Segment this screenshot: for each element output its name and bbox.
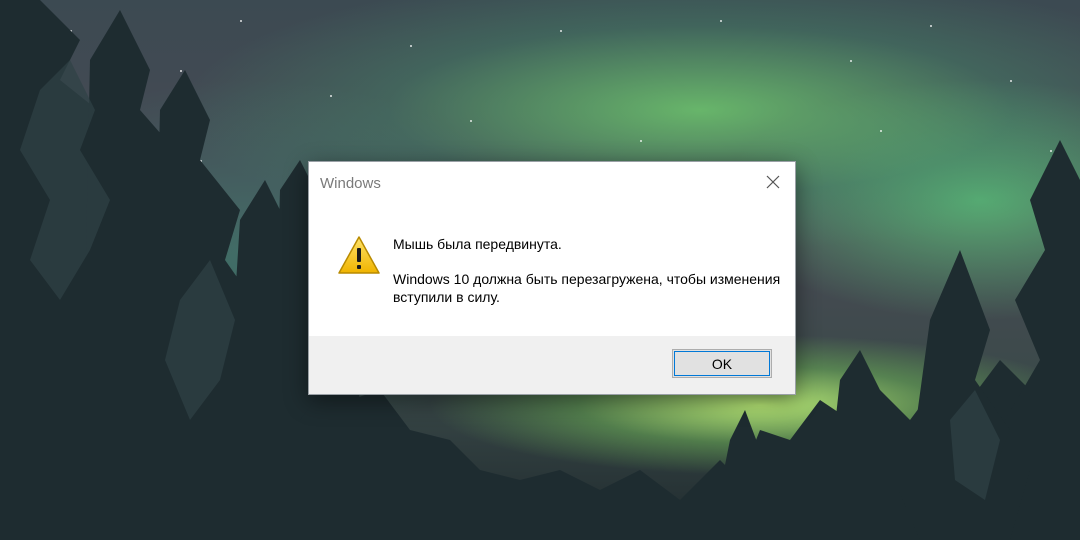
message-dialog: Windows Мышь была передвинута. Windows 1… (308, 161, 796, 395)
close-button[interactable] (751, 162, 795, 202)
desktop-wallpaper: Windows Мышь была передвинута. Windows 1… (0, 0, 1080, 540)
ok-button[interactable]: OK (672, 349, 772, 378)
message-primary: Мышь была передвинута. (393, 236, 562, 252)
dialog-footer: OK (309, 336, 795, 394)
warning-icon (338, 236, 380, 274)
dialog-title: Windows (320, 175, 381, 192)
dialog-message: Мышь была передвинута. Windows 10 должна… (393, 235, 783, 306)
message-secondary: Windows 10 должна быть перезагружена, чт… (393, 271, 781, 305)
title-bar[interactable]: Windows (309, 162, 795, 204)
dialog-content: Мышь была передвинута. Windows 10 должна… (309, 204, 795, 336)
close-icon (766, 175, 780, 189)
